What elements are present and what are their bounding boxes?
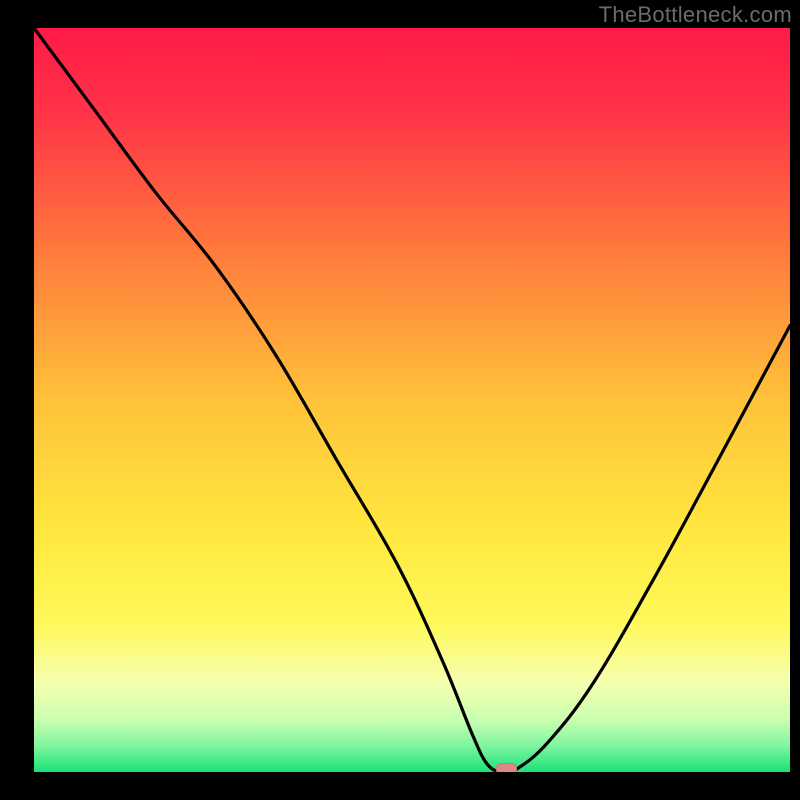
optimal-marker xyxy=(497,764,517,772)
gradient-background xyxy=(34,28,790,772)
plot-area xyxy=(34,28,790,772)
chart-svg xyxy=(34,28,790,772)
watermark-text: TheBottleneck.com xyxy=(599,2,792,28)
chart-frame: TheBottleneck.com xyxy=(0,0,800,800)
